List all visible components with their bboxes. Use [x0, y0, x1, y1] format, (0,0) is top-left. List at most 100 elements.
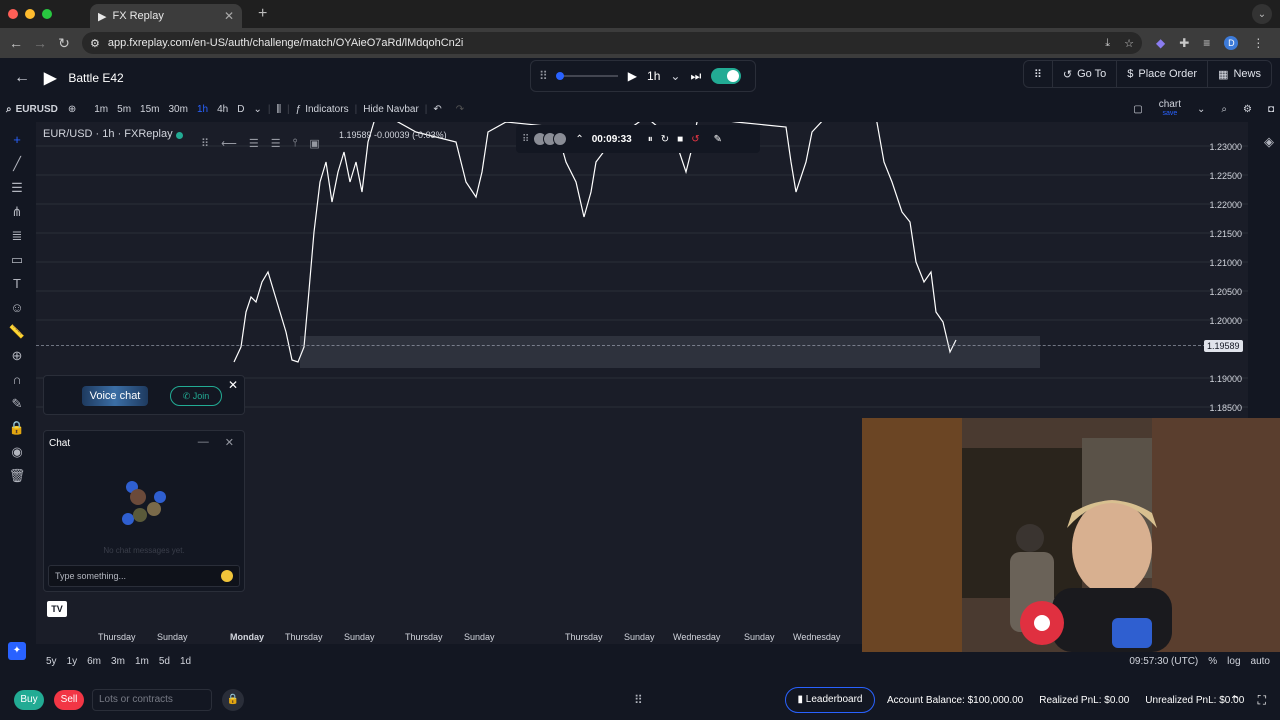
- stop-icon[interactable]: ■: [677, 134, 683, 145]
- auto-toggle[interactable]: auto: [1251, 656, 1270, 667]
- range-6m[interactable]: 6m: [87, 656, 101, 667]
- reading-list-icon[interactable]: ≡: [1203, 36, 1210, 50]
- horizontal-lines-icon[interactable]: ☰: [7, 180, 27, 196]
- player-timeframe[interactable]: 1h: [647, 69, 660, 83]
- chevron-down-icon[interactable]: ⌄: [670, 69, 680, 83]
- trash-icon[interactable]: 🗑: [7, 468, 27, 484]
- back-icon[interactable]: ←: [4, 35, 28, 51]
- play-icon[interactable]: ▶: [628, 69, 637, 83]
- fork-icon[interactable]: ⋔: [7, 204, 27, 220]
- timeframe-5m[interactable]: 5m: [117, 104, 131, 115]
- range-5d[interactable]: 5d: [159, 656, 170, 667]
- drag-handle-icon[interactable]: ⠿: [634, 693, 643, 707]
- zoom-in-icon[interactable]: ⊕: [7, 348, 27, 364]
- range-1d[interactable]: 1d: [180, 656, 191, 667]
- zoom-icon[interactable]: ⌕: [1221, 104, 1227, 115]
- lock-icon[interactable]: 🔒: [222, 689, 244, 711]
- restart-icon[interactable]: ↻: [661, 134, 669, 145]
- pause-icon[interactable]: ⏸: [648, 134, 653, 145]
- crosshair-icon[interactable]: +: [7, 132, 27, 148]
- news-button[interactable]: ▦ News: [1207, 61, 1271, 87]
- forward-icon[interactable]: →: [28, 35, 52, 51]
- hide-navbar-button[interactable]: Hide Navbar: [363, 104, 419, 115]
- drag-handle-icon[interactable]: ⠿: [539, 69, 548, 83]
- extension-icon[interactable]: ◆: [1156, 36, 1165, 50]
- range-1m[interactable]: 1m: [135, 656, 149, 667]
- timeframe-15m[interactable]: 15m: [140, 104, 159, 115]
- camera-icon[interactable]: ◘: [1268, 104, 1274, 115]
- emoji-picker-icon[interactable]: [221, 570, 233, 582]
- chevron-down-icon[interactable]: ⌄: [1197, 104, 1205, 115]
- bookmark-star-icon[interactable]: ☆: [1124, 37, 1134, 50]
- join-voice-button[interactable]: ✆ Join: [170, 386, 222, 406]
- replay-toggle[interactable]: [711, 68, 742, 84]
- range-5y[interactable]: 5y: [46, 656, 57, 667]
- pencil-lock-icon[interactable]: ✎: [7, 396, 27, 412]
- range-1y[interactable]: 1y: [67, 656, 78, 667]
- log-toggle[interactable]: log: [1227, 656, 1240, 667]
- fib-icon[interactable]: ≣: [7, 228, 27, 244]
- buy-button[interactable]: Buy: [14, 690, 44, 710]
- rectangle-icon[interactable]: ▭: [7, 252, 27, 268]
- profile-avatar[interactable]: D: [1224, 36, 1239, 50]
- indicators-icon[interactable]: ƒ: [296, 104, 302, 115]
- maximize-window-button[interactable]: [42, 9, 52, 19]
- minimize-window-button[interactable]: [25, 9, 35, 19]
- list-icon[interactable]: ☰: [249, 137, 259, 150]
- chevron-up-icon[interactable]: ⌃: [575, 134, 583, 145]
- symbol-search[interactable]: ⌕ EURUSD: [6, 104, 58, 115]
- timeframe-1m[interactable]: 1m: [94, 104, 108, 115]
- browser-menu-icon[interactable]: ⋮: [1252, 36, 1264, 50]
- lock-icon[interactable]: 🔒: [7, 420, 27, 436]
- browser-tab[interactable]: ▶ FX Replay ✕: [90, 4, 242, 28]
- help-icon[interactable]: ✦: [8, 642, 26, 660]
- grid-menu-button[interactable]: ⠿: [1024, 61, 1052, 87]
- sell-button[interactable]: Sell: [54, 690, 84, 710]
- site-info-icon[interactable]: ⚙: [90, 37, 100, 50]
- url-field[interactable]: ⚙ app.fxreplay.com/en-US/auth/challenge/…: [82, 32, 1142, 54]
- chart-save-button[interactable]: chart save: [1159, 100, 1181, 118]
- redo-icon[interactable]: ↷: [456, 104, 464, 115]
- tab-search-icon[interactable]: ⌄: [1252, 4, 1272, 24]
- magnet-icon[interactable]: ∩: [7, 372, 27, 388]
- chevron-up-icon[interactable]: ⌃: [1230, 693, 1240, 708]
- time-axis[interactable]: Thursday Sunday Monday Thursday Sunday T…: [36, 632, 866, 646]
- skip-forward-icon[interactable]: ⏭: [690, 69, 701, 84]
- place-order-button[interactable]: $ Place Order: [1116, 61, 1207, 87]
- timeframe-d[interactable]: D: [237, 104, 244, 115]
- fullscreen-icon[interactable]: ⛶: [1258, 693, 1266, 708]
- replay-speed-slider[interactable]: [555, 72, 618, 80]
- back-arrow-icon[interactable]: ←: [14, 69, 30, 87]
- chat-input[interactable]: Type something...: [48, 565, 240, 587]
- layers-icon[interactable]: ◈: [1264, 134, 1274, 150]
- timeframe-30m[interactable]: 30m: [169, 104, 188, 115]
- discard-icon[interactable]: ↺: [691, 134, 699, 145]
- chevron-down-icon[interactable]: ⌄: [253, 104, 261, 115]
- undo-icon[interactable]: ↶: [433, 104, 441, 115]
- pen-annotate-icon[interactable]: ✎: [714, 134, 722, 145]
- trendline-icon[interactable]: ╱: [7, 156, 27, 172]
- frame-icon[interactable]: ▣: [309, 137, 319, 150]
- candles-icon[interactable]: ⫼: [276, 104, 281, 115]
- text-icon[interactable]: T: [7, 276, 27, 292]
- lots-input[interactable]: Lots or contracts: [92, 689, 212, 711]
- reload-icon[interactable]: ↻: [52, 35, 76, 52]
- indicators-button[interactable]: Indicators: [305, 104, 348, 115]
- price-axis[interactable]: 1.23000 1.22500 1.22000 1.21500 1.21000 …: [1200, 130, 1248, 420]
- range-3m[interactable]: 3m: [111, 656, 125, 667]
- emoji-icon[interactable]: ☺: [7, 300, 27, 316]
- timeframe-4h[interactable]: 4h: [217, 104, 228, 115]
- cursor-icon[interactable]: ⫯: [293, 137, 298, 150]
- close-window-button[interactable]: [8, 9, 18, 19]
- settings-icon[interactable]: ⚙: [1243, 104, 1252, 115]
- tab-close-icon[interactable]: ✕: [224, 9, 234, 23]
- line-style-icon[interactable]: ⟵: [221, 137, 237, 150]
- goto-button[interactable]: ↺ Go To: [1051, 61, 1116, 87]
- drag-handle-icon[interactable]: ⠿: [522, 134, 529, 145]
- percent-toggle[interactable]: %: [1208, 656, 1217, 667]
- close-icon[interactable]: ✕: [228, 378, 238, 392]
- close-icon[interactable]: ✕: [225, 436, 234, 449]
- minimize-icon[interactable]: —: [198, 436, 209, 449]
- list-settings-icon[interactable]: ☰: [271, 137, 281, 150]
- eye-icon[interactable]: ◉: [7, 444, 27, 460]
